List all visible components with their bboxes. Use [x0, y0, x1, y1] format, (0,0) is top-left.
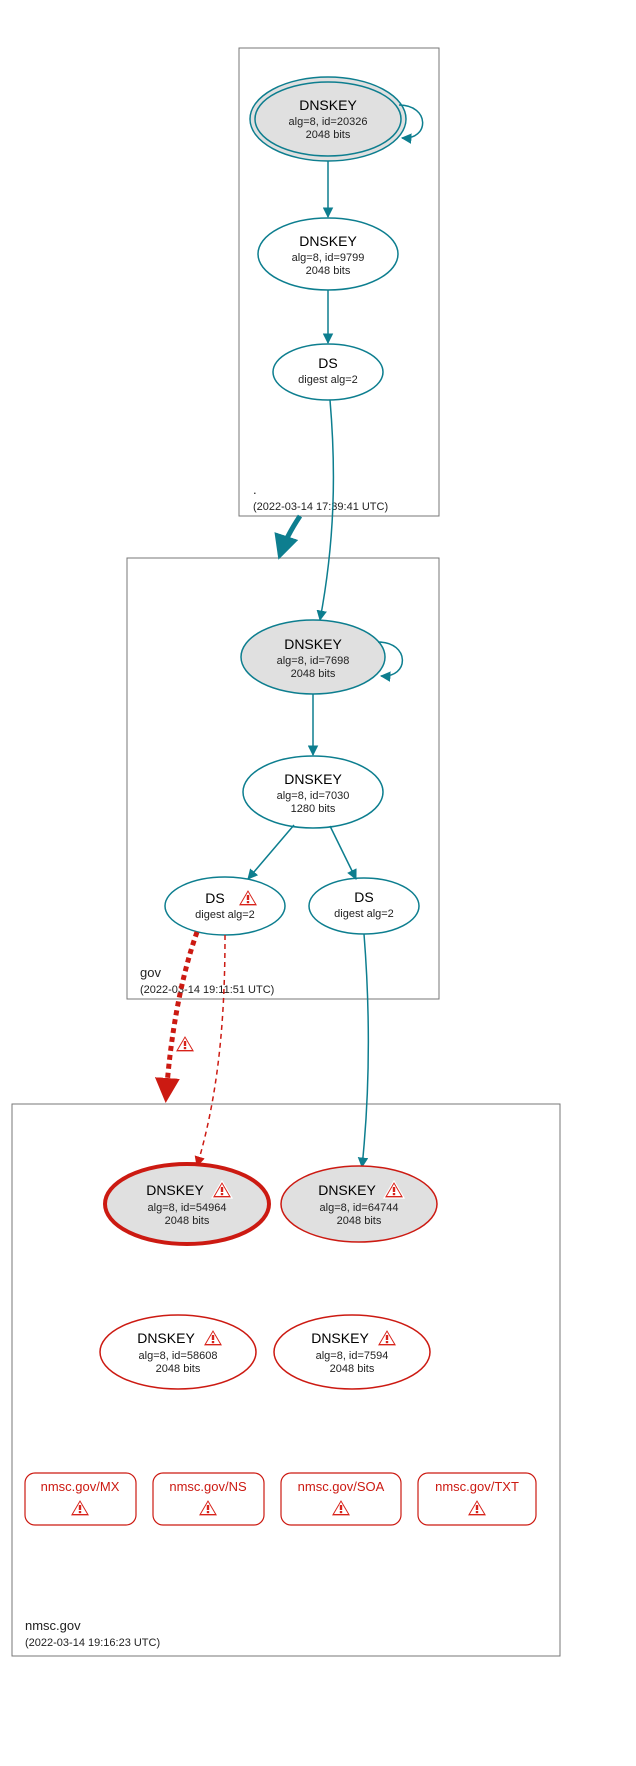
node-root-ds: DS digest alg=2 — [273, 344, 383, 400]
svg-text:2048 bits: 2048 bits — [330, 1363, 375, 1375]
node-nmsc-k2: DNSKEY alg=8, id=64744 2048 bits — [281, 1166, 437, 1242]
svg-text:DNSKEY: DNSKEY — [146, 1182, 204, 1198]
svg-text:DS: DS — [318, 355, 337, 371]
zone-nmsc-time: (2022-03-14 19:16:23 UTC) — [25, 1637, 160, 1649]
svg-text:alg=8, id=64744: alg=8, id=64744 — [320, 1202, 399, 1214]
node-nmsc-k4: DNSKEY alg=8, id=7594 2048 bits — [274, 1315, 430, 1389]
svg-text:nmsc.gov/SOA: nmsc.gov/SOA — [298, 1479, 385, 1494]
zone-root-label: . — [253, 482, 257, 497]
svg-text:nmsc.gov/NS: nmsc.gov/NS — [169, 1479, 247, 1494]
svg-text:digest alg=2: digest alg=2 — [334, 908, 394, 920]
svg-text:nmsc.gov/MX: nmsc.gov/MX — [41, 1479, 120, 1494]
rr-mx: nmsc.gov/MX — [25, 1473, 136, 1525]
edge-gov-to-nmsc — [166, 932, 197, 1098]
svg-text:2048 bits: 2048 bits — [306, 129, 351, 141]
node-gov-zsk: DNSKEY alg=8, id=7030 1280 bits — [243, 756, 383, 828]
svg-text:2048 bits: 2048 bits — [337, 1215, 382, 1227]
zone-gov-label: gov — [140, 965, 161, 980]
svg-text:1280 bits: 1280 bits — [291, 803, 336, 815]
svg-text:DNSKEY: DNSKEY — [299, 97, 357, 113]
svg-text:DNSKEY: DNSKEY — [311, 1330, 369, 1346]
svg-text:DNSKEY: DNSKEY — [137, 1330, 195, 1346]
svg-text:DNSKEY: DNSKEY — [284, 771, 342, 787]
svg-text:2048 bits: 2048 bits — [165, 1215, 210, 1227]
svg-text:alg=8, id=58608: alg=8, id=58608 — [139, 1350, 218, 1362]
svg-text:2048 bits: 2048 bits — [291, 668, 336, 680]
node-gov-ksk: DNSKEY alg=8, id=7698 2048 bits — [241, 620, 385, 694]
edge-root-to-gov — [280, 516, 300, 555]
svg-text:2048 bits: 2048 bits — [156, 1363, 201, 1375]
svg-text:digest alg=2: digest alg=2 — [195, 909, 255, 921]
svg-text:DS: DS — [205, 890, 224, 906]
svg-text:alg=8, id=7030: alg=8, id=7030 — [277, 790, 350, 802]
node-root-zsk: DNSKEY alg=8, id=9799 2048 bits — [258, 218, 398, 290]
rr-ns: nmsc.gov/NS — [153, 1473, 264, 1525]
node-gov-ds: DS digest alg=2 — [309, 878, 419, 934]
rr-soa: nmsc.gov/SOA — [281, 1473, 401, 1525]
zone-root-time: (2022-03-14 17:39:41 UTC) — [253, 501, 388, 513]
node-nmsc-k3: DNSKEY alg=8, id=58608 2048 bits — [100, 1315, 256, 1389]
svg-text:nmsc.gov/TXT: nmsc.gov/TXT — [435, 1479, 519, 1494]
svg-text:alg=8, id=7594: alg=8, id=7594 — [316, 1350, 389, 1362]
svg-text:alg=8, id=54964: alg=8, id=54964 — [148, 1202, 227, 1214]
node-gov-ds-warn: DS digest alg=2 — [165, 877, 285, 935]
node-root-ksk: DNSKEY alg=8, id=20326 2048 bits — [250, 77, 406, 161]
zone-nmsc-label: nmsc.gov — [25, 1618, 81, 1633]
dnssec-diagram: . (2022-03-14 17:39:41 UTC) DNSKEY alg=8… — [0, 0, 636, 1766]
zone-nmsc — [12, 1104, 560, 1656]
zone-gov-time: (2022-03-14 19:11:51 UTC) — [140, 984, 274, 996]
svg-text:alg=8, id=7698: alg=8, id=7698 — [277, 655, 350, 667]
svg-text:DNSKEY: DNSKEY — [299, 233, 357, 249]
node-nmsc-k1: DNSKEY alg=8, id=54964 2048 bits — [105, 1164, 269, 1244]
warning-icon — [175, 1035, 195, 1052]
svg-text:alg=8, id=9799: alg=8, id=9799 — [292, 252, 365, 264]
svg-text:DS: DS — [354, 889, 373, 905]
rr-txt: nmsc.gov/TXT — [418, 1473, 536, 1525]
svg-text:alg=8, id=20326: alg=8, id=20326 — [289, 116, 368, 128]
svg-text:digest alg=2: digest alg=2 — [298, 374, 358, 386]
svg-text:DNSKEY: DNSKEY — [318, 1182, 376, 1198]
svg-text:2048 bits: 2048 bits — [306, 265, 351, 277]
svg-text:DNSKEY: DNSKEY — [284, 636, 342, 652]
